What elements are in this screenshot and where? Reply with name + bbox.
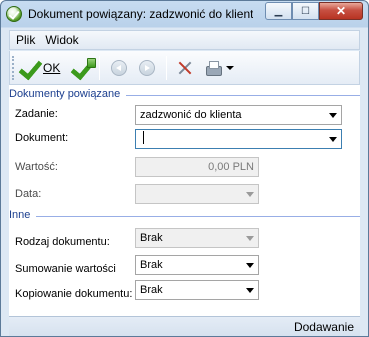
ok-check-icon xyxy=(18,58,40,78)
sumowanie-label: Sumowanie wartości xyxy=(15,263,116,275)
status-bar: Dodawanie xyxy=(9,316,360,336)
menu-plik[interactable]: Plik xyxy=(10,33,39,47)
dokument-dropdown-button[interactable] xyxy=(324,130,341,148)
menu-bar: Plik Widok xyxy=(9,30,360,50)
chevron-down-icon xyxy=(245,235,254,241)
caption-buttons: ▁ ☐ ✕ xyxy=(265,2,363,20)
title-bar[interactable]: Dokument powiązany: zadzwonić do klient.… xyxy=(1,1,368,27)
minimize-button[interactable]: ▁ xyxy=(265,2,292,20)
save-and-new-button[interactable] xyxy=(68,55,97,81)
form-content: Dokumenty powiązane Zadanie: zadzwonić d… xyxy=(9,85,360,316)
toolbar: OK xyxy=(9,51,360,85)
tools-icon[interactable] xyxy=(176,59,194,77)
status-mode: Dodawanie xyxy=(293,320,354,334)
zadanie-value: zadzwonić do klienta xyxy=(140,109,242,121)
toolbar-separator xyxy=(166,55,168,80)
data-combo xyxy=(135,184,259,204)
data-dropdown-button xyxy=(241,185,258,203)
data-label: Data: xyxy=(15,188,42,200)
section-divider xyxy=(36,216,360,217)
print-icon[interactable] xyxy=(204,60,223,76)
section-title-related: Dokumenty powiązane xyxy=(9,88,121,100)
chevron-down-icon xyxy=(245,191,254,197)
zadanie-combo[interactable]: zadzwonić do klienta xyxy=(135,105,342,125)
next-arrow-icon[interactable] xyxy=(139,59,156,76)
sumowanie-dropdown-button[interactable] xyxy=(241,256,258,274)
kopiowanie-combo[interactable]: Brak xyxy=(135,280,259,300)
chevron-down-icon xyxy=(328,136,337,142)
rodzaj-dropdown-button xyxy=(241,229,258,247)
maximize-button[interactable]: ☐ xyxy=(292,2,319,20)
chevron-down-icon xyxy=(328,112,337,118)
dokument-combo[interactable] xyxy=(135,129,342,149)
save-new-check-icon xyxy=(70,57,97,78)
dialog-window: Dokument powiązany: zadzwonić do klient.… xyxy=(0,0,369,337)
kopiowanie-value: Brak xyxy=(140,284,163,296)
section-divider xyxy=(126,95,360,96)
rodzaj-label: Rodzaj dokumentu: xyxy=(15,236,110,248)
toolbar-separator xyxy=(99,55,101,80)
zadanie-label: Zadanie: xyxy=(15,108,58,120)
wartosc-field: 0,00 PLN xyxy=(135,157,259,177)
rodzaj-combo: Brak xyxy=(135,228,259,248)
close-icon: ✕ xyxy=(335,4,347,18)
close-button[interactable]: ✕ xyxy=(319,2,363,20)
sumowanie-value: Brak xyxy=(140,259,163,271)
section-title-other: Inne xyxy=(9,209,31,221)
zadanie-dropdown-button[interactable] xyxy=(324,106,341,124)
minimize-icon: ▁ xyxy=(274,5,283,17)
print-dropdown-arrow-icon[interactable] xyxy=(226,65,235,70)
window-title: Dokument powiązany: zadzwonić do klient.… xyxy=(28,7,253,21)
app-check-icon xyxy=(6,6,22,22)
sumowanie-combo[interactable]: Brak xyxy=(135,255,259,275)
menu-widok[interactable]: Widok xyxy=(39,33,82,47)
dokument-label: Dokument: xyxy=(15,132,69,144)
ok-label: OK xyxy=(43,60,61,75)
previous-arrow-icon[interactable] xyxy=(111,59,128,76)
ok-button[interactable]: OK xyxy=(16,55,68,81)
dokument-value xyxy=(136,131,324,147)
maximize-icon: ☐ xyxy=(301,5,310,17)
wartosc-label: Wartość: xyxy=(15,161,58,173)
rodzaj-value: Brak xyxy=(140,232,163,244)
kopiowanie-dropdown-button[interactable] xyxy=(241,281,258,299)
chevron-down-icon xyxy=(245,262,254,268)
text-caret xyxy=(143,131,144,144)
kopiowanie-label: Kopiowanie dokumentu: xyxy=(15,288,133,300)
chevron-down-icon xyxy=(245,287,254,293)
